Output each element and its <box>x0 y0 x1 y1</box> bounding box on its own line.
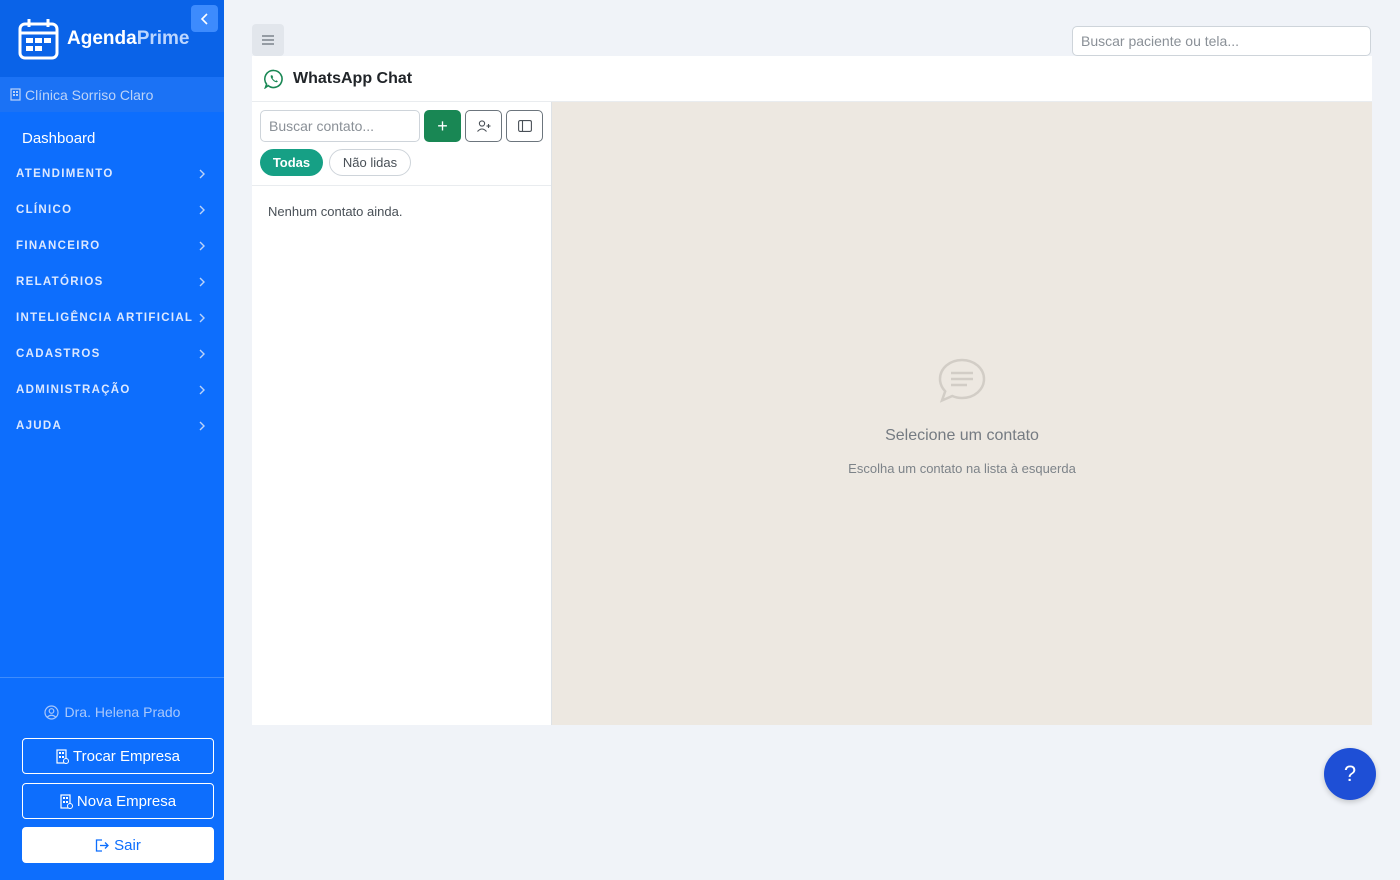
section-label: AJUDA <box>16 420 63 432</box>
help-button[interactable]: ? <box>1324 748 1376 800</box>
brand-name-part2: Prime <box>136 27 190 49</box>
chevron-right-icon <box>199 169 205 179</box>
section-label: FINANCEIRO <box>16 240 101 252</box>
chevron-right-icon <box>199 385 205 395</box>
sign-out-icon <box>96 838 110 852</box>
new-chat-button[interactable]: + <box>424 110 461 142</box>
logout-label: Sair <box>114 836 141 854</box>
sidebar: AgendaPrime Clínica Sorriso Claro Dashbo… <box>0 0 224 880</box>
brand-name: AgendaPrime <box>67 28 190 50</box>
section-label: ADMINISTRAÇÃO <box>16 384 131 396</box>
filter-unread-tab[interactable]: Não lidas <box>329 149 411 176</box>
logout-button[interactable]: Sair <box>22 827 214 863</box>
new-company-label: Nova Empresa <box>76 792 177 810</box>
switch-company-label: Trocar Empresa <box>73 747 180 765</box>
sidebar-section-inteligencia-artificial[interactable]: INTELIGÊNCIA ARTIFICIAL <box>0 300 224 336</box>
calendar-icon <box>18 18 59 60</box>
sidebar-section-administracao[interactable]: ADMINISTRAÇÃO <box>0 372 224 408</box>
chevron-right-icon <box>199 241 205 251</box>
hamburger-menu-button[interactable] <box>252 24 284 56</box>
section-label: INTELIGÊNCIA ARTIFICIAL <box>16 312 194 324</box>
building-icon <box>10 88 21 101</box>
chat-bubble-icon <box>938 358 986 403</box>
clinic-selector[interactable]: Clínica Sorriso Claro <box>0 77 224 112</box>
empty-state-subtitle: Escolha um contato na lista à esquerda <box>848 461 1076 476</box>
chevron-right-icon <box>199 313 205 323</box>
chevron-right-icon <box>199 205 205 215</box>
sidebar-section-financeiro[interactable]: FINANCEIRO <box>0 228 224 264</box>
sidebar-section-clinico[interactable]: CLÍNICO <box>0 192 224 228</box>
toggle-panel-button[interactable] <box>506 110 543 142</box>
chevron-left-icon <box>200 12 208 25</box>
contacts-panel: + Todas Não lidas Nenhum contato ainda. <box>252 102 552 725</box>
filter-all-tab[interactable]: Todas <box>260 149 323 176</box>
section-label: ATENDIMENTO <box>16 168 114 180</box>
sidebar-collapse-button[interactable] <box>191 5 218 32</box>
global-search-input[interactable] <box>1072 26 1371 56</box>
clinic-name: Clínica Sorriso Claro <box>25 86 154 103</box>
building-icon <box>56 748 69 764</box>
brand-name-part1: Agenda <box>67 27 137 49</box>
panel-icon <box>517 120 532 132</box>
sidebar-section-ajuda[interactable]: AJUDA <box>0 408 224 444</box>
whatsapp-chat-card: WhatsApp Chat + Todas Não lidas Nenhum c… <box>252 56 1372 725</box>
empty-state-title: Selecione um contato <box>885 427 1039 444</box>
card-header: WhatsApp Chat <box>252 56 1372 102</box>
person-add-icon <box>476 120 490 132</box>
section-label: CLÍNICO <box>16 204 73 216</box>
user-circle-icon <box>43 704 59 720</box>
section-label: RELATÓRIOS <box>16 276 104 288</box>
chevron-right-icon <box>199 421 205 431</box>
divider <box>252 185 551 186</box>
chat-area: Selecione um contato Escolha um contato … <box>552 102 1372 725</box>
add-contact-button[interactable] <box>465 110 502 142</box>
chevron-right-icon <box>199 349 205 359</box>
hamburger-icon <box>262 35 274 45</box>
sidebar-section-cadastros[interactable]: CADASTROS <box>0 336 224 372</box>
sidebar-footer: Dra. Helena Prado Trocar Empresa Nova Em… <box>0 677 224 880</box>
switch-company-button[interactable]: Trocar Empresa <box>22 738 214 774</box>
section-label: CADASTROS <box>16 348 101 360</box>
sidebar-nav: Dashboard ATENDIMENTO CLÍNICO FINANCEIRO… <box>0 112 224 444</box>
sidebar-section-relatorios[interactable]: RELATÓRIOS <box>0 264 224 300</box>
chat-empty-state: Selecione um contato Escolha um contato … <box>552 357 1372 476</box>
contact-search-input[interactable] <box>260 110 420 142</box>
user-name: Dra. Helena Prado <box>64 704 181 720</box>
sidebar-section-atendimento[interactable]: ATENDIMENTO <box>0 156 224 192</box>
building-add-icon <box>60 793 73 809</box>
empty-contacts-message: Nenhum contato ainda. <box>268 204 403 219</box>
new-company-button[interactable]: Nova Empresa <box>22 783 214 819</box>
whatsapp-icon <box>264 69 283 89</box>
page-title: WhatsApp Chat <box>293 69 413 87</box>
sidebar-item-dashboard[interactable]: Dashboard <box>0 120 224 156</box>
current-user: Dra. Helena Prado <box>0 704 224 720</box>
chevron-right-icon <box>199 277 205 287</box>
brand-header: AgendaPrime <box>0 0 224 77</box>
